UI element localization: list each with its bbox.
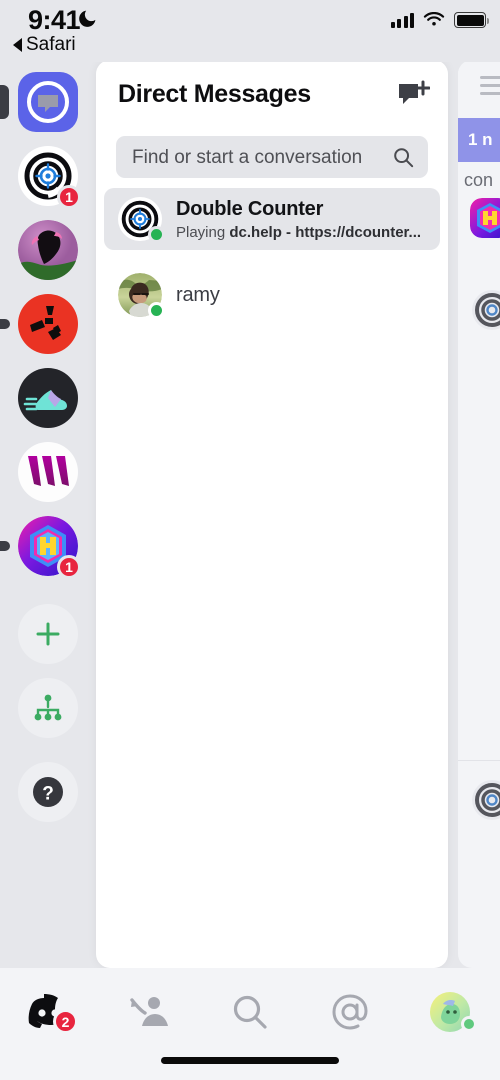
peek-channel-panel[interactable]: 1 n con: [458, 60, 500, 968]
peek-server-avatar: [470, 198, 500, 238]
at-sign-icon: [332, 994, 368, 1030]
hamburger-menu-icon[interactable]: [480, 76, 500, 100]
avatar: [118, 273, 165, 319]
tab-profile[interactable]: [420, 986, 480, 1038]
list-item-text: Double Counter Playing dc.help - https:/…: [176, 197, 440, 241]
unread-badge: 1: [57, 185, 81, 209]
status-bar-time: 9:41: [28, 5, 81, 35]
search-icon: [394, 148, 414, 168]
direct-messages-home-icon: [18, 72, 78, 132]
unread-indicator-dot: [0, 319, 10, 329]
sidebar-item-direct-messages[interactable]: [0, 72, 78, 132]
active-indicator-pill: [0, 85, 9, 119]
conversation-name: Double Counter: [176, 198, 324, 220]
peek-top-bar: [458, 60, 500, 108]
peek-message-avatar: [472, 780, 500, 820]
tab-unread-badge: 2: [53, 1009, 78, 1034]
dm-conversation-list: Double Counter Playing dc.help - https:/…: [96, 188, 448, 326]
status-activity: dc.help - https://dcounter...: [229, 224, 422, 241]
list-item-text: ramy: [176, 283, 440, 307]
status-badge-online: [148, 302, 165, 319]
peek-sub-text: con: [464, 170, 494, 190]
back-app-label: Safari: [26, 34, 76, 55]
list-item[interactable]: ramy: [104, 264, 440, 326]
status-bar: 9:41 Safari: [0, 0, 500, 62]
search-icon: [233, 995, 267, 1029]
red-abstract-icon: [18, 294, 78, 354]
list-item[interactable]: Double Counter Playing dc.help - https:/…: [104, 188, 440, 250]
tab-mentions[interactable]: [320, 986, 380, 1038]
status-badge-online: [461, 1016, 477, 1032]
status-badge-online: [148, 226, 165, 243]
unread-badge: 1: [57, 555, 81, 579]
sidebar-item-server-w[interactable]: [18, 442, 78, 502]
question-mark-icon: ?: [18, 762, 78, 822]
battery-full-icon: [454, 12, 489, 28]
conversation-status: Playing dc.help - https://dcounter...: [176, 224, 430, 241]
peek-banner[interactable]: 1 n: [458, 118, 500, 162]
dm-panel-header: Direct Messages: [96, 60, 448, 132]
cellular-signal-icon: [390, 12, 414, 28]
new-message-icon[interactable]: [396, 80, 431, 114]
sidebar-item-server-double-counter[interactable]: 1: [18, 146, 81, 209]
bottom-tab-bar[interactable]: 2: [0, 968, 500, 1080]
peek-message-avatar: [472, 290, 500, 330]
sidebar-item-server-anime-avatar[interactable]: [18, 220, 78, 280]
peek-divider: [458, 760, 500, 761]
svg-text:?: ?: [42, 784, 54, 805]
wifi-icon: [423, 12, 445, 26]
person-wave-icon: [130, 997, 168, 1026]
tab-search[interactable]: [220, 986, 280, 1038]
conversation-name: ramy: [176, 284, 220, 306]
tab-servers[interactable]: 2: [20, 986, 80, 1038]
compass-network-icon: [18, 678, 78, 738]
explore-servers-button[interactable]: [18, 678, 78, 738]
back-arrow-icon: [13, 38, 22, 52]
plus-icon: [18, 604, 78, 664]
sidebar-item-server-red[interactable]: [0, 294, 78, 354]
avatar: [118, 197, 165, 243]
unread-indicator-dot: [0, 541, 10, 551]
app-screen: 9:41 Safari 1 1 ? 1 n con Direct Message…: [0, 0, 500, 1080]
help-button[interactable]: ?: [18, 762, 78, 822]
w-logo-icon: [18, 442, 78, 502]
sidebar-item-server-sneaker[interactable]: [18, 368, 78, 428]
anime-avatar-icon: [18, 220, 78, 280]
server-rail[interactable]: 1 1 ?: [0, 62, 96, 968]
home-indicator: [161, 1057, 339, 1064]
add-server-button[interactable]: [18, 604, 78, 664]
moon-icon: [79, 10, 96, 27]
status-bar-indicators: [390, 12, 489, 28]
sidebar-item-server-h-hex[interactable]: 1: [0, 516, 81, 579]
search-placeholder: Find or start a conversation: [132, 147, 363, 168]
tab-friends[interactable]: [120, 986, 180, 1038]
search-input[interactable]: Find or start a conversation: [116, 136, 428, 178]
status-prefix: Playing: [176, 224, 226, 241]
back-to-safari-link[interactable]: Safari: [13, 34, 76, 56]
direct-messages-panel: Direct Messages Find or start a conversa…: [96, 60, 448, 968]
page-title: Direct Messages: [118, 80, 311, 108]
sneaker-icon: [18, 368, 78, 428]
